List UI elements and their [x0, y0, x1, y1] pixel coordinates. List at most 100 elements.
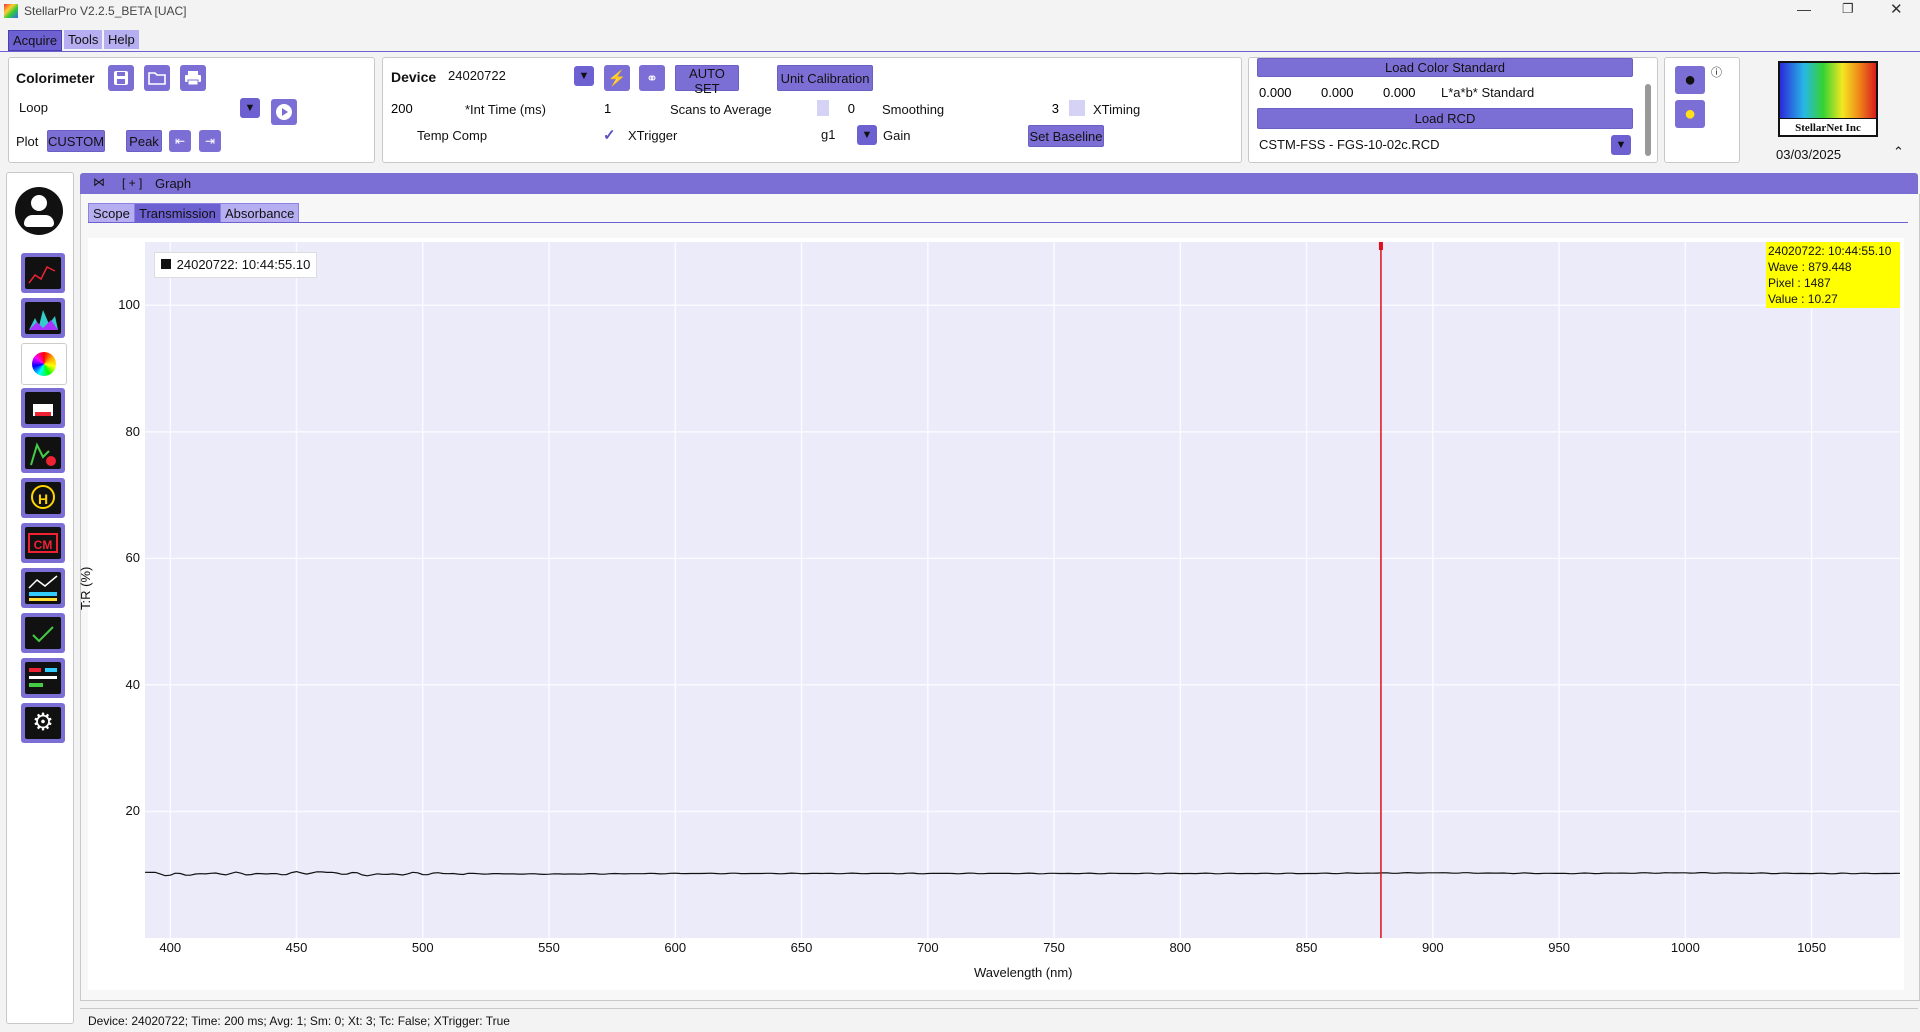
close-icon[interactable]: ✕ — [1890, 0, 1903, 18]
shrink-icon[interactable]: ⋈ — [93, 175, 105, 189]
save-button[interactable] — [108, 65, 134, 91]
set-baseline-button[interactable]: Set Baseline — [1028, 125, 1104, 147]
smoothing-input[interactable] — [829, 99, 859, 117]
x-tick-label: 800 — [1169, 940, 1192, 955]
temp-comp-checkbox[interactable] — [391, 126, 407, 142]
plot-area[interactable] — [145, 242, 1900, 938]
mode-select[interactable]: Loop — [15, 98, 259, 118]
print-button[interactable] — [180, 65, 206, 91]
lamp-on-button[interactable]: ● — [1675, 100, 1705, 128]
sidebar-h-button[interactable]: H — [21, 478, 65, 518]
b-value-input[interactable] — [1379, 82, 1435, 102]
sidebar-color-button[interactable] — [21, 343, 67, 385]
x-tick-label: 550 — [538, 940, 560, 955]
gain-label: Gain — [883, 128, 911, 143]
lab-icon — [25, 392, 61, 424]
gain-value: g1 — [821, 127, 836, 142]
device-select[interactable]: 24020722 — [444, 66, 578, 86]
menu-tools[interactable]: Tools — [64, 30, 103, 49]
x-tick-label: 1000 — [1670, 940, 1700, 955]
bulb-lit-icon: ● — [1683, 102, 1697, 125]
app-icon — [4, 4, 18, 18]
gain-select[interactable]: g1 — [817, 125, 857, 145]
link-icon: ⚭ — [646, 69, 658, 86]
plot-label: Plot — [16, 134, 39, 149]
info-icon[interactable]: ⓘ — [1711, 64, 1722, 80]
xtiming-input[interactable] — [1028, 99, 1063, 117]
xtrigger-label: XTrigger — [628, 128, 678, 143]
custom-button[interactable]: CUSTOM — [47, 130, 105, 152]
a-value-input[interactable] — [1317, 82, 1373, 102]
tab-transmission[interactable]: Transmission — [134, 203, 221, 223]
user-avatar[interactable] — [15, 187, 63, 235]
prev-button[interactable]: ⇤ — [169, 130, 191, 152]
sidebar-settings-button[interactable]: ⚙ — [21, 703, 65, 743]
collapse-icon[interactable]: ⌃ — [1893, 144, 1904, 160]
sidebar-trend-button[interactable] — [21, 568, 65, 608]
sidebar-spectrum-button[interactable] — [21, 298, 65, 338]
menu-acquire[interactable]: Acquire — [8, 30, 63, 51]
panel-scrollbar[interactable] — [1645, 84, 1651, 156]
color-standard-panel: Load Color Standard L*a*b* Standard Load… — [1248, 57, 1658, 163]
restore-icon[interactable]: ❐ — [1842, 1, 1854, 17]
auto-set-button[interactable]: AUTO SET — [675, 65, 739, 96]
lamp-panel: ● ⓘ ● — [1664, 57, 1740, 163]
x-tick-label: 650 — [790, 940, 813, 955]
xtiming-spin-button[interactable] — [1069, 100, 1085, 116]
tab-underline — [88, 222, 1908, 223]
colorimeter-label: Colorimeter — [16, 70, 95, 86]
cursor-handle[interactable] — [1378, 242, 1383, 250]
play-button[interactable] — [271, 99, 297, 125]
int-time-input[interactable] — [387, 99, 457, 117]
chevron-down-icon: ▼ — [1615, 139, 1627, 151]
connect-button[interactable]: ⚡ — [604, 65, 630, 91]
open-button[interactable] — [144, 65, 170, 91]
mode-dropdown-button[interactable]: ▼ — [240, 98, 260, 118]
sidebar-panel-button[interactable] — [21, 658, 65, 698]
scans-input[interactable] — [600, 99, 660, 117]
next-button[interactable]: ⇥ — [199, 130, 221, 152]
x-tick-label: 1050 — [1797, 940, 1827, 955]
y-tick-label: 100 — [118, 297, 140, 313]
tab-scope[interactable]: Scope — [88, 203, 135, 223]
sidebar-lab-button[interactable] — [21, 388, 65, 428]
load-rcd-button[interactable]: Load RCD — [1257, 108, 1633, 129]
device-dropdown-button[interactable]: ▼ — [574, 66, 594, 86]
lamp-off-button[interactable]: ● — [1675, 66, 1705, 94]
y-tick-label: 60 — [125, 550, 140, 566]
status-bar: Device: 24020722; Time: 200 ms; Avg: 1; … — [80, 1008, 1918, 1031]
x-tick-label: 850 — [1295, 940, 1318, 955]
sidebar-check-button[interactable] — [21, 613, 65, 653]
x-tick-label: 950 — [1548, 940, 1570, 955]
unit-calibration-button[interactable]: Unit Calibration — [777, 65, 873, 91]
minimize-icon[interactable]: — — [1797, 1, 1811, 17]
gauge-icon — [25, 617, 61, 649]
cm-icon: CM — [25, 527, 61, 559]
plot-legend: 24020722: 10:44:55.10 — [154, 252, 318, 278]
smoothing-label: Smoothing — [882, 102, 945, 117]
flask-chart-icon — [25, 437, 61, 469]
sidebar-scope-button[interactable] — [21, 253, 65, 293]
lab-standard-label: L*a*b* Standard — [1441, 85, 1535, 100]
xtrigger-checkbox[interactable]: ✓ — [603, 126, 619, 144]
sidebar-analysis-button[interactable] — [21, 433, 65, 473]
stellarnet-logo: StellarNet Inc — [1778, 61, 1878, 137]
link-button[interactable]: ⚭ — [639, 65, 665, 91]
smoothing-minus-button[interactable] — [817, 100, 829, 116]
gain-dropdown-button[interactable]: ▼ — [857, 125, 877, 145]
folder-icon — [148, 72, 166, 85]
scans-label: Scans to Average — [670, 102, 772, 117]
trend-icon — [25, 572, 61, 604]
peak-button[interactable]: Peak — [126, 130, 162, 152]
menu-help[interactable]: Help — [104, 30, 139, 49]
h-badge-icon: H — [25, 482, 61, 514]
color-wheel-icon — [26, 348, 62, 380]
load-color-standard-button[interactable]: Load Color Standard — [1257, 58, 1633, 77]
sidebar-cm-button[interactable]: CM — [21, 523, 65, 563]
l-value-input[interactable] — [1255, 82, 1311, 102]
rcd-select[interactable]: CSTM-FSS - FGS-10-02c.RCD — [1255, 134, 1615, 156]
graph-expand-toggle[interactable]: [ + ] — [122, 176, 142, 190]
x-tick-label: 600 — [664, 940, 687, 955]
rcd-dropdown-button[interactable]: ▼ — [1611, 135, 1631, 155]
tab-absorbance[interactable]: Absorbance — [220, 203, 300, 223]
